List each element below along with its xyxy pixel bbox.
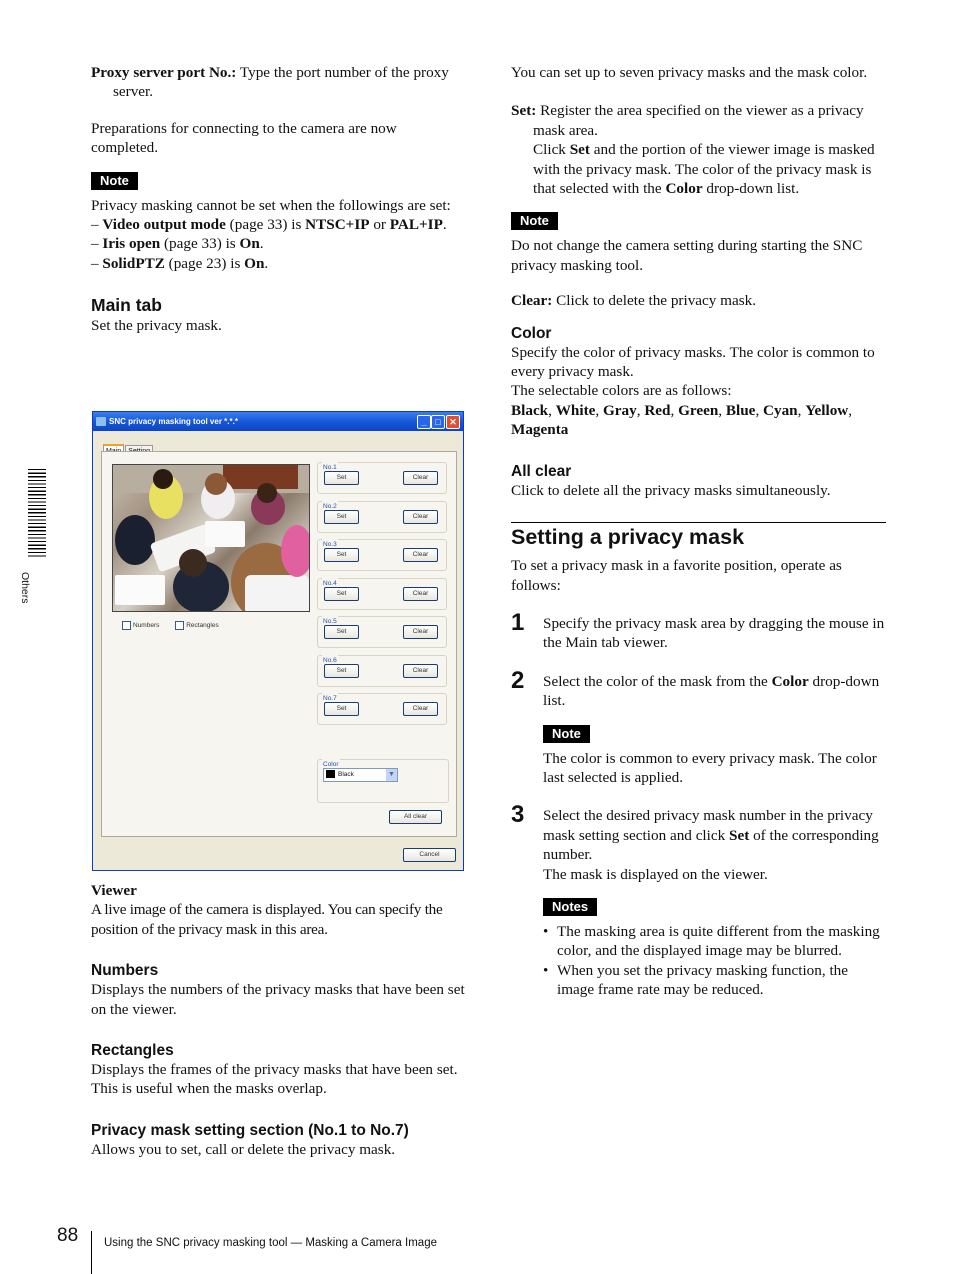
notes-list: The masking area is quite different from… — [511, 922, 886, 1000]
app-icon — [96, 417, 106, 426]
checkbox-box[interactable] — [175, 621, 185, 631]
note-badge: Note — [511, 212, 558, 231]
clear-button-3[interactable]: Clear — [403, 548, 438, 562]
footer-divider — [91, 1231, 92, 1274]
note-item: – Video output mode (page 33) is NTSC+IP… — [91, 216, 447, 234]
camera-viewer[interactable] — [112, 464, 310, 612]
window-title-bar: SNC privacy masking tool ver *.*.* _ □ ✕ — [93, 412, 463, 431]
setting-privacy-mask-heading: Setting a privacy mask — [511, 525, 745, 550]
left-column: Proxy server port No.: Type the port num… — [91, 63, 466, 336]
color-heading: Color — [511, 324, 552, 342]
rectangles-heading: Rectangles — [91, 1042, 174, 1060]
mask-group-5: No.5 Set Clear — [317, 612, 447, 648]
mask-group-1: No.1 Set Clear — [317, 458, 447, 494]
setting-section-desc: Allows you to set, call or delete the pr… — [91, 1140, 396, 1158]
mask-group-7: No.7 Set Clear — [317, 689, 447, 725]
chevron-down-icon[interactable]: ▼ — [386, 769, 397, 781]
clear-button-6[interactable]: Clear — [403, 663, 438, 678]
clear-button-2[interactable]: Clear — [403, 509, 438, 524]
clear-definition: Clear: Click to delete the privacy mask. — [511, 292, 757, 310]
color-value: Black — [338, 771, 354, 778]
close-icon[interactable]: ✕ — [446, 415, 460, 429]
set-button-1[interactable]: Set — [324, 471, 359, 485]
proxy-term: Proxy server port No.: — [91, 64, 237, 81]
section-index-tab — [28, 469, 46, 559]
main-tab-desc: Set the privacy mask. — [91, 317, 222, 335]
note-badge: Note — [543, 724, 590, 743]
section-index-label: Others — [19, 572, 31, 604]
left-column-lower: Viewer A live image of the camera is dis… — [91, 881, 466, 1159]
mask-group-2: No.2 Set Clear — [317, 496, 447, 533]
color-list: Black, White, Gray, Red, Green, Blue, Cy… — [511, 401, 853, 439]
step-3: 3 Select the desired privacy mask number… — [511, 801, 879, 883]
all-clear-desc: Click to delete all the privacy masks si… — [511, 481, 831, 499]
set-button-2[interactable]: Set — [324, 509, 359, 524]
step-1: 1 Specify the privacy mask area by dragg… — [511, 608, 885, 652]
tab-bar: MainSetting — [103, 439, 154, 457]
rectangles-checkbox[interactable]: Rectangles — [175, 616, 219, 635]
all-clear-button[interactable]: All clear — [389, 810, 442, 824]
set-button-5[interactable]: Set — [324, 625, 359, 639]
mask-group-4: No.4 Set Clear — [317, 573, 447, 610]
step-2: 2 Select the color of the mask from the … — [511, 666, 880, 710]
list-item: The masking area is quite different from… — [543, 922, 886, 961]
footer-running-title: Using the SNC privacy masking tool — Mas… — [104, 1237, 437, 1249]
mask-group-3: No.3 Set Clear — [317, 535, 447, 571]
mask-group-6: No.6 Set Clear — [317, 650, 447, 687]
right-column: You can set up to seven privacy masks an… — [511, 63, 886, 1000]
minimize-icon[interactable]: _ — [417, 415, 431, 429]
rectangles-desc: Displays the frames of the privacy masks… — [91, 1061, 458, 1098]
set-definition: Set: Register the area specified on the … — [511, 102, 864, 139]
note-text: Do not change the camera setting during … — [511, 237, 863, 274]
viewer-options: Numbers Rectangles — [122, 616, 233, 639]
note-badge: Note — [91, 171, 138, 190]
viewer-heading: Viewer — [91, 882, 137, 899]
step-2-note: Note The color is common to every privac… — [543, 724, 877, 786]
right-intro: You can set up to seven privacy masks an… — [511, 64, 868, 81]
setting-intro: To set a privacy mask in a favorite posi… — [511, 557, 842, 594]
maximize-icon[interactable]: □ — [431, 415, 445, 429]
notes-badge: Notes — [543, 897, 598, 916]
list-item: When you set the privacy masking functio… — [543, 961, 886, 1000]
color-desc: Specify the color of privacy masks. The … — [511, 343, 875, 381]
note-item: – SolidPTZ (page 23) is On. — [91, 254, 269, 272]
set-definition-detail: Click Set and the portion of the viewer … — [533, 141, 875, 198]
note-item: – Iris open (page 33) is On. — [91, 235, 264, 253]
set-button-4[interactable]: Set — [324, 586, 359, 601]
set-button-6[interactable]: Set — [324, 663, 359, 678]
set-button-7[interactable]: Set — [324, 702, 359, 716]
color-dropdown[interactable]: Black ▼ — [323, 768, 398, 782]
window-title: SNC privacy masking tool ver *.*.* — [109, 417, 238, 426]
main-tab-panel: Numbers Rectangles No.1 Set Clear No.2 Set C… — [101, 451, 457, 837]
note-intro: Privacy masking cannot be set when the f… — [91, 196, 451, 214]
snc-privacy-masking-window: SNC privacy masking tool ver *.*.* _ □ ✕… — [92, 411, 464, 871]
all-clear-heading: All clear — [511, 462, 572, 480]
proxy-port-definition: Proxy server port No.: Type the port num… — [91, 64, 449, 101]
cancel-button[interactable]: Cancel — [403, 848, 456, 862]
main-tab-heading: Main tab — [91, 295, 162, 316]
clear-button-4[interactable]: Clear — [403, 586, 438, 601]
viewer-desc: A live image of the camera is displayed.… — [91, 901, 443, 938]
clear-button-7[interactable]: Clear — [403, 702, 438, 716]
setting-section-heading: Privacy mask setting section (No.1 to No… — [91, 1121, 409, 1139]
notes-block: Notes — [511, 897, 886, 922]
checkbox-box[interactable] — [122, 621, 131, 631]
clear-button-5[interactable]: Clear — [403, 625, 438, 639]
set-button-3[interactable]: Set — [324, 548, 359, 562]
color-group: Color Black ▼ — [317, 755, 449, 803]
color-desc-2: The selectable colors are as follows: — [511, 382, 732, 400]
prep-text: Preparations for connecting to the camer… — [91, 119, 397, 157]
page-number: 88 — [57, 1225, 79, 1246]
privacy-mask-setting-section: No.1 Set Clear No.2 Set Clear No.3 Set Clear N… — [317, 458, 447, 732]
numbers-checkbox[interactable]: Numbers — [122, 616, 159, 635]
color-swatch — [326, 770, 335, 779]
numbers-desc: Displays the numbers of the privacy mask… — [91, 981, 465, 1018]
numbers-heading: Numbers — [91, 962, 159, 980]
clear-button-1[interactable]: Clear — [403, 471, 438, 485]
